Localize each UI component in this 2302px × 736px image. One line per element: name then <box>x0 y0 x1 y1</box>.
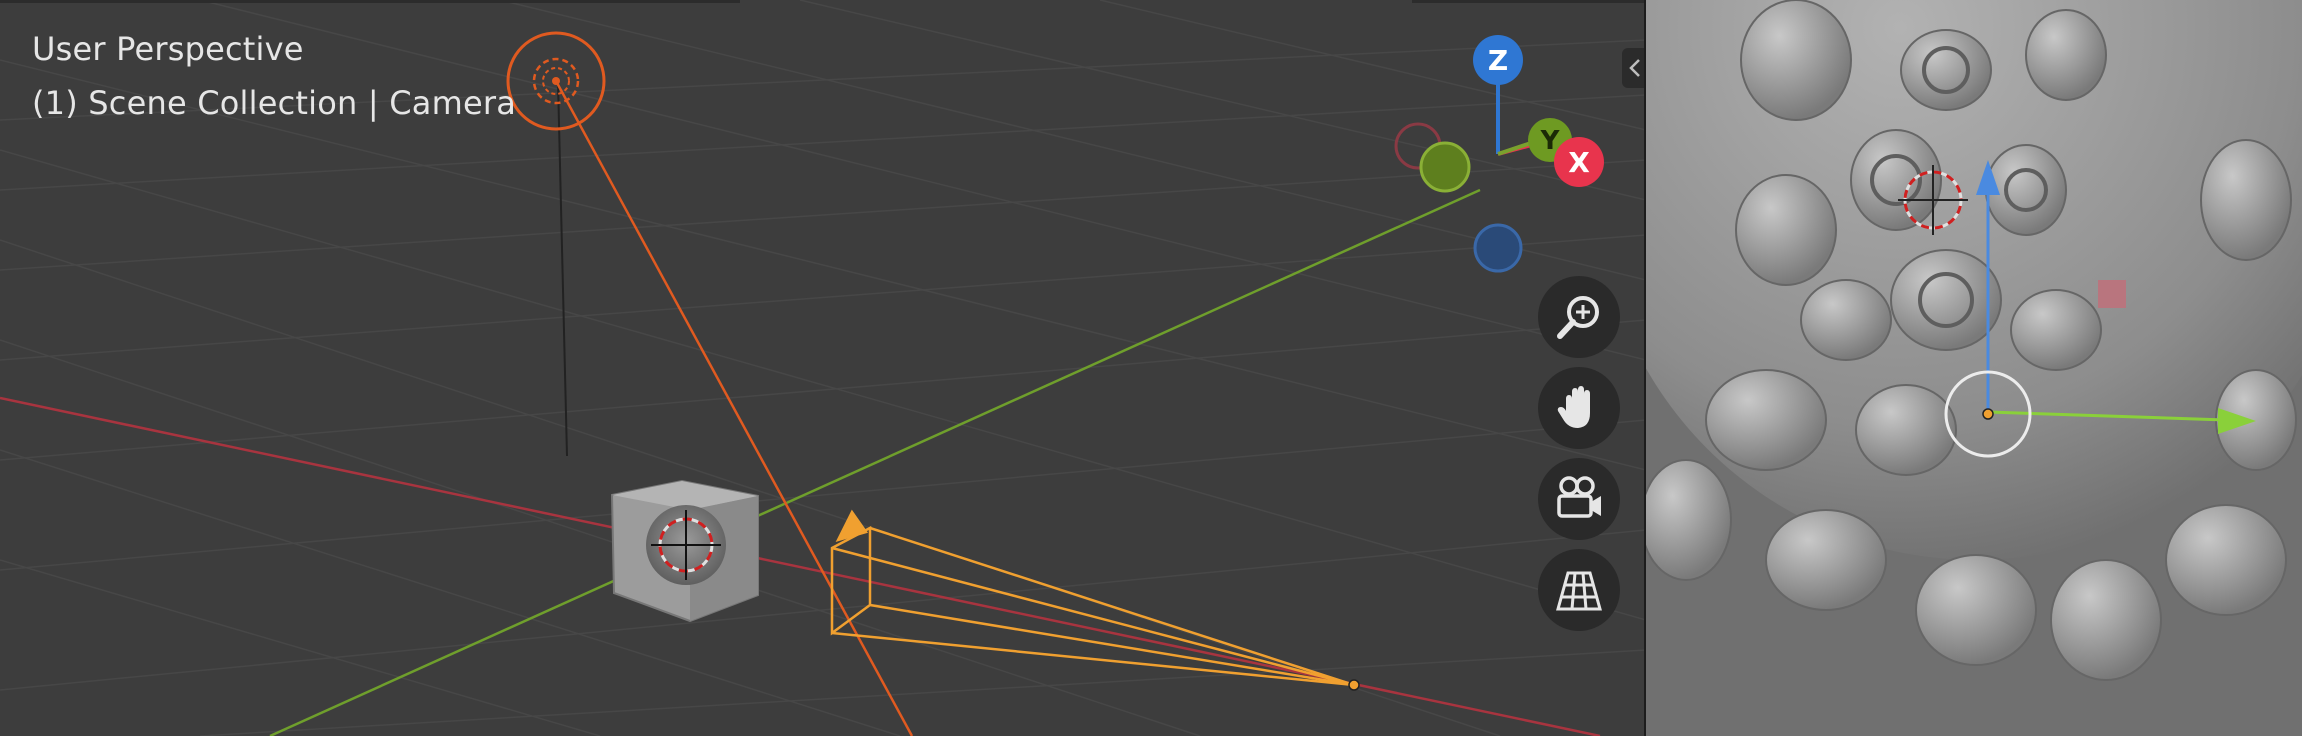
pan-button[interactable] <box>1538 367 1620 449</box>
x-axis-line <box>0 396 1601 736</box>
neg-z-handle[interactable] <box>1473 223 1523 273</box>
perspective-grid-icon <box>1556 571 1602 611</box>
header-edge <box>0 0 740 3</box>
zoom-icon <box>1557 296 1599 339</box>
sidebar-toggle-button[interactable] <box>1622 48 1646 88</box>
camera-view-button[interactable] <box>1538 458 1620 540</box>
neg-y-handle[interactable] <box>1419 141 1471 193</box>
zoom-button[interactable] <box>1538 276 1620 358</box>
hand-pan-icon <box>1557 386 1590 428</box>
active-object-label: (1) Scene Collection | Camera <box>32 84 517 122</box>
camera-view-icon <box>1557 476 1601 518</box>
z-axis-label: Z <box>1488 44 1508 77</box>
chevron-left-icon <box>1629 59 1640 77</box>
view-mode-label: User Perspective <box>32 30 304 68</box>
blender-window: User Perspective (1) Scene Collection | … <box>0 0 2302 736</box>
y-axis-line <box>269 188 1481 736</box>
render-preview-viewport[interactable] <box>1646 0 2302 736</box>
cube-object[interactable] <box>610 479 759 623</box>
sculpt-preview-canvas <box>1646 0 2302 736</box>
perspective-toggle-button[interactable] <box>1538 549 1620 631</box>
x-axis-label: X <box>1568 146 1590 179</box>
3d-viewport[interactable]: User Perspective (1) Scene Collection | … <box>0 0 1646 736</box>
navigation-gizmo[interactable]: Y X Z <box>1370 20 1630 280</box>
header-edge <box>1412 0 1646 3</box>
